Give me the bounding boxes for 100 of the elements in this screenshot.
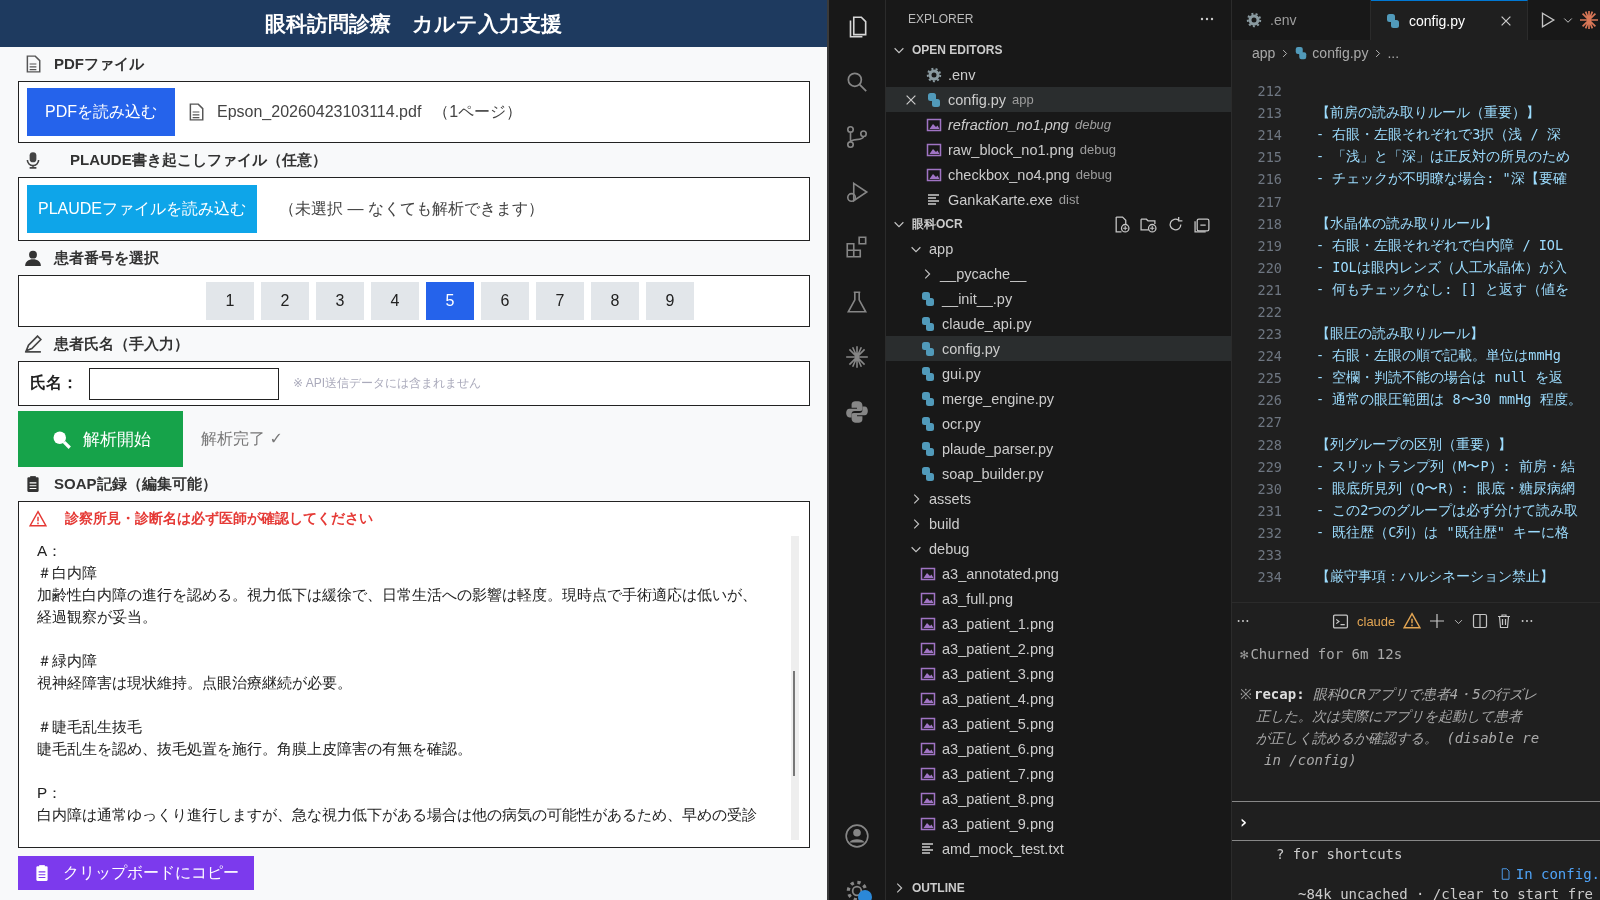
file-item[interactable]: amd_mock_test.txt bbox=[886, 836, 1231, 861]
patient-number-button[interactable]: 9 bbox=[646, 282, 694, 320]
new-file-icon[interactable] bbox=[1113, 215, 1130, 233]
open-editor-item[interactable]: checkbox_no4.png debug bbox=[886, 162, 1231, 187]
file-item[interactable]: a3_patient_9.png bbox=[886, 811, 1231, 836]
patient-number-button[interactable]: 1 bbox=[206, 282, 254, 320]
file-item[interactable]: a3_patient_3.png bbox=[886, 661, 1231, 686]
python-icon[interactable] bbox=[844, 399, 870, 425]
breadcrumb-item[interactable]: app bbox=[1252, 45, 1276, 61]
folder-item[interactable]: app bbox=[886, 236, 1231, 261]
code-line: - この2つのグループは必ず分けて読み取 bbox=[1316, 501, 1579, 520]
terminal-name[interactable]: claude bbox=[1357, 613, 1396, 629]
file-item[interactable]: soap_builder.py bbox=[886, 461, 1231, 486]
file-item[interactable]: a3_patient_5.png bbox=[886, 711, 1231, 736]
pencil-icon bbox=[24, 335, 42, 353]
patient-number-button[interactable]: 4 bbox=[371, 282, 419, 320]
file-item[interactable]: a3_patient_4.png bbox=[886, 686, 1231, 711]
file-status: （未選択 — なくても解析できます） bbox=[279, 198, 544, 219]
code-line: 【水晶体の読み取りルール】 bbox=[1316, 214, 1498, 233]
open-editor-item[interactable]: .env bbox=[886, 62, 1231, 87]
python-file-icon bbox=[920, 365, 936, 382]
text-file-icon bbox=[926, 191, 942, 208]
file-item[interactable]: __init__.py bbox=[886, 286, 1231, 311]
terminal-text: 正した。次は実際にアプリを起動して患者 bbox=[1256, 708, 1522, 724]
section-header[interactable]: 眼科OCR bbox=[886, 212, 1231, 236]
file-item[interactable]: a3_patient_8.png bbox=[886, 786, 1231, 811]
name-input-field[interactable] bbox=[89, 367, 279, 400]
spark-icon[interactable] bbox=[1580, 11, 1598, 29]
file-item[interactable]: claude_api.py bbox=[886, 311, 1231, 336]
breadcrumb-item[interactable]: config.py bbox=[1312, 45, 1369, 61]
file-item[interactable]: gui.py bbox=[886, 361, 1231, 386]
refresh-icon[interactable] bbox=[1167, 215, 1184, 233]
open-editor-item[interactable]: refraction_no1.png debug bbox=[886, 112, 1231, 137]
folder-item[interactable]: assets bbox=[886, 486, 1231, 511]
code-line: - IOLは眼内レンズ（人工水晶体）が入 bbox=[1316, 258, 1567, 277]
branch-icon[interactable] bbox=[844, 124, 870, 150]
scrollbar[interactable] bbox=[791, 536, 799, 840]
file-item[interactable]: a3_patient_7.png bbox=[886, 761, 1231, 786]
microphone-icon bbox=[24, 151, 42, 169]
file-item[interactable]: a3_patient_6.png bbox=[886, 736, 1231, 761]
file-item[interactable]: ocr.py bbox=[886, 411, 1231, 436]
file-item[interactable]: a3_full.png bbox=[886, 586, 1231, 611]
code-line: - 右眼・左眼の順で記載。単位はmmHg bbox=[1316, 347, 1561, 366]
plus-icon[interactable] bbox=[1429, 613, 1446, 629]
spark-icon[interactable] bbox=[844, 344, 870, 370]
patient-number-button[interactable]: 5 bbox=[426, 282, 474, 320]
line-number: 219 bbox=[1256, 237, 1283, 254]
open-editor-item[interactable]: config.py app bbox=[886, 87, 1231, 112]
clipboard-icon bbox=[33, 864, 51, 882]
file-item[interactable]: a3_annotated.png bbox=[886, 561, 1231, 586]
file-item[interactable]: merge_engine.py bbox=[886, 386, 1231, 411]
file-item[interactable]: a3_patient_2.png bbox=[886, 636, 1231, 661]
copy-button[interactable]: クリップボードにコピー bbox=[18, 856, 254, 890]
folder-item[interactable]: __pycache__ bbox=[886, 261, 1231, 286]
file-item[interactable]: plaude_parser.py bbox=[886, 436, 1231, 461]
python-file-icon bbox=[920, 465, 936, 482]
patient-number-button[interactable]: 8 bbox=[591, 282, 639, 320]
patient-number-button[interactable]: 7 bbox=[536, 282, 584, 320]
file-item[interactable]: a3_patient_1.png bbox=[886, 611, 1231, 636]
warning-text: 診察所見・診断名は必ず医師が確認してください bbox=[65, 510, 373, 528]
python-file-icon bbox=[920, 340, 936, 357]
patient-number-button[interactable]: 3 bbox=[316, 282, 364, 320]
section-title: OUTLINE bbox=[912, 881, 965, 895]
flask-icon[interactable] bbox=[844, 289, 870, 315]
breadcrumb-item[interactable]: ... bbox=[1387, 45, 1400, 61]
field-label: 氏名： bbox=[29, 373, 79, 393]
line-number: 217 bbox=[1256, 193, 1283, 210]
image-file-icon bbox=[920, 715, 936, 732]
folder-item[interactable]: build bbox=[886, 511, 1231, 536]
soap-text: 白内障は通常ゆっくり進行しますが、急な視力低下がある場合は他の病気の可能性があるため、早めの受診 bbox=[37, 805, 758, 825]
load-pdf-button[interactable]: PDFを読み込む bbox=[27, 88, 175, 136]
code-line: - 空欄・判読不能の場合は null を返 bbox=[1316, 369, 1564, 388]
section-header[interactable]: OUTLINE bbox=[886, 876, 1231, 900]
open-editor-item[interactable]: GankaKarte.exe dist bbox=[886, 187, 1231, 212]
open-editor-item[interactable]: raw_block_no1.png debug bbox=[886, 137, 1231, 162]
warning-icon bbox=[1403, 612, 1422, 630]
file-item[interactable]: config.py bbox=[886, 336, 1231, 361]
image-file-icon bbox=[926, 141, 942, 158]
terminal-icon[interactable] bbox=[1332, 612, 1349, 630]
image-file-icon bbox=[920, 790, 936, 807]
folder-label: app bbox=[1012, 92, 1034, 107]
folder-item[interactable]: debug bbox=[886, 536, 1231, 561]
file-name: Epson_20260423103114.pdf bbox=[217, 103, 422, 121]
panel-title: EXPLORER bbox=[908, 12, 974, 26]
soap-text-area[interactable]: A： ＃白内障 加齢性白内障の進行を認める。視力低下は緩徐で、日常生活への影響は軽度。現時点で手術適応は低いが、経過観察が妥当。 ＃緑内障 視神経障害は現状維持。点眼治療継続が必要。 ＃睫毛乱生抜毛 睫毛乱生を認め、抜毛処置を施行。角膜上皮障害の有無を確認。 P： 白内障は通常ゆっくり進行しますが、急な視力低下がある場合は他の病気の可能性があるため、早めの受診 bbox=[37, 536, 809, 840]
soap-text: ＃白内障 bbox=[37, 563, 98, 583]
prompt-field[interactable]: › bbox=[1232, 810, 1249, 832]
code-line: 【列グループの区別（重要）】 bbox=[1316, 435, 1512, 454]
patient-number-button[interactable]: 6 bbox=[481, 282, 529, 320]
account-icon[interactable] bbox=[844, 823, 870, 849]
trash-icon[interactable] bbox=[1496, 613, 1513, 629]
editor-tab[interactable]: config.py bbox=[1371, 0, 1528, 40]
patient-number-button[interactable]: 2 bbox=[261, 282, 309, 320]
file-icon bbox=[1499, 867, 1512, 881]
run-debug-icon[interactable] bbox=[844, 179, 870, 205]
line-number: 212 bbox=[1256, 83, 1283, 100]
section-header[interactable]: OPEN EDITORS bbox=[886, 38, 1231, 62]
image-file-icon bbox=[920, 740, 936, 757]
split-icon[interactable] bbox=[1472, 613, 1489, 629]
context-text: In config. bbox=[1515, 865, 1600, 884]
